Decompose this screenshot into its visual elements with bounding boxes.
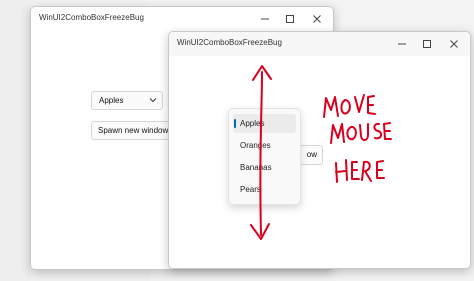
window-title: WinUI2ComboBoxFreezeBug	[177, 38, 282, 47]
dropdown-option-oranges[interactable]: Oranges	[233, 136, 296, 155]
selection-indicator	[234, 119, 236, 128]
dropdown-option-pears[interactable]: Pears	[233, 180, 296, 199]
window-title: WinUI2ComboBoxFreezeBug	[39, 13, 144, 22]
option-label: Oranges	[240, 141, 271, 150]
minimize-icon	[398, 43, 406, 45]
dropdown-option-bananas[interactable]: Bananas	[233, 158, 296, 177]
option-label: Apples	[240, 119, 265, 128]
option-label: Bananas	[240, 163, 272, 172]
maximize-button[interactable]	[414, 34, 440, 54]
combobox-dropdown[interactable]: Apples Oranges Bananas Pears	[228, 108, 301, 205]
fruit-combobox[interactable]: Apples	[91, 91, 163, 110]
minimize-button[interactable]	[252, 9, 278, 29]
close-icon	[313, 15, 321, 23]
foreground-window-titlebar[interactable]: WinUI2ComboBoxFreezeBug	[169, 32, 470, 56]
close-button[interactable]	[304, 9, 330, 29]
maximize-icon	[286, 15, 294, 23]
button-label: Spawn new window	[98, 126, 169, 135]
maximize-icon	[423, 40, 431, 48]
minimize-icon	[261, 18, 269, 20]
combobox-value: Apples	[99, 96, 124, 105]
close-icon	[450, 40, 458, 48]
background-window-titlebar[interactable]: WinUI2ComboBoxFreezeBug	[31, 7, 333, 31]
background-desktop	[0, 0, 30, 281]
maximize-button[interactable]	[277, 9, 303, 29]
chevron-down-icon	[149, 98, 157, 103]
option-label: Pears	[240, 185, 261, 194]
minimize-button[interactable]	[389, 34, 415, 54]
foreground-window[interactable]: WinUI2ComboBoxFreezeBug ow	[168, 31, 471, 269]
close-button[interactable]	[441, 34, 467, 54]
dropdown-option-apples[interactable]: Apples	[233, 114, 296, 133]
button-label: ow	[306, 150, 317, 159]
